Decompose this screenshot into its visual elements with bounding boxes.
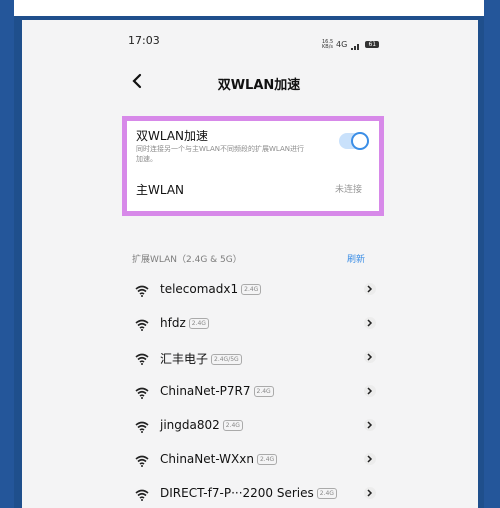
signal-indicator: 4G: [336, 40, 348, 49]
dual-wlan-description: 同时连接另一个与主WLAN不同频段的扩展WLAN进行加速。: [136, 145, 305, 163]
wlan-ssid-text: telecomadx1: [160, 282, 239, 296]
wifi-icon: [135, 455, 149, 467]
page-title: 双WLAN加速: [217, 78, 301, 93]
wlan-ssid: 汇丰电子 2.4G/5G: [160, 350, 242, 367]
wlan-list-item[interactable]: ChinaNet-WXxn 2.4G: [132, 450, 376, 476]
wlan-ssid: jingda802 2.4G: [160, 418, 243, 432]
wlan-list-item[interactable]: hfdz 2.4G: [132, 314, 376, 340]
wlan-ssid: ChinaNet-P7R7 2.4G: [160, 384, 274, 398]
band-badge: 2.4G/5G: [211, 354, 242, 365]
chevron-right-icon: [364, 351, 376, 363]
chevron-right-icon: [364, 283, 376, 295]
band-badge: 2.4G: [316, 488, 337, 499]
band-badge: 2.4G: [188, 318, 209, 329]
frame-right: [484, 0, 500, 508]
chevron-right-icon: [364, 453, 376, 465]
extended-wlan-section-title: 扩展WLAN（2.4G & 5G）: [132, 255, 242, 265]
status-icons: 16.5 KB/s 4G 61: [322, 35, 380, 54]
wlan-ssid: hfdz 2.4G: [160, 316, 209, 330]
chevron-right-icon: [364, 385, 376, 397]
wlan-ssid-text: hfdz: [160, 316, 186, 330]
band-badge: 2.4G: [256, 454, 278, 465]
toggle-knob: [351, 132, 369, 150]
chevron-right-icon: [364, 317, 376, 329]
wlan-list-item[interactable]: DIRECT-f7-P···2200 Series 2.4G: [132, 484, 376, 508]
frame-left: [0, 0, 14, 508]
wlan-ssid-text: 汇丰电子: [160, 352, 209, 366]
wifi-icon: [135, 387, 149, 399]
signal-icon: [351, 35, 361, 54]
wifi-icon: [135, 489, 149, 501]
wlan-ssid-text: ChinaNet-P7R7: [160, 384, 251, 398]
refresh-button[interactable]: 刷新: [347, 252, 365, 265]
wifi-icon: [135, 353, 149, 365]
wlan-ssid-text: DIRECT-f7-P···2200 Series: [160, 486, 314, 500]
status-time: 17:03: [128, 34, 160, 47]
chevron-right-icon: [364, 419, 376, 431]
dual-wlan-label: 双WLAN加速: [136, 129, 209, 143]
wlan-ssid: telecomadx1 2.4G: [160, 282, 262, 296]
wlan-ssid: ChinaNet-WXxn 2.4G: [160, 452, 278, 466]
wlan-ssid-text: jingda802: [160, 418, 220, 432]
wifi-icon: [135, 421, 149, 433]
wifi-icon: [135, 319, 149, 331]
band-badge: 2.4G: [222, 420, 243, 431]
wlan-list-item[interactable]: telecomadx1 2.4G: [132, 280, 376, 306]
wlan-list-item[interactable]: jingda802 2.4G: [132, 416, 376, 442]
net-speed: 16.5 KB/s: [322, 38, 334, 50]
chevron-right-icon: [364, 487, 376, 499]
wlan-ssid-text: ChinaNet-WXxn: [160, 452, 254, 466]
wlan-list-item[interactable]: 汇丰电子 2.4G/5G: [132, 348, 376, 374]
battery-icon: 61: [365, 41, 380, 48]
status-bar: 17:03 16.5 KB/s 4G 61: [22, 20, 478, 60]
dual-wlan-card: 双WLAN加速 同时连接另一个与主WLAN不同频段的扩展WLAN进行加速。 主W…: [122, 116, 384, 216]
band-badge: 2.4G: [253, 386, 274, 397]
dual-wlan-toggle[interactable]: [339, 132, 369, 150]
wlan-ssid: DIRECT-f7-P···2200 Series 2.4G: [160, 486, 337, 500]
frame-top: [0, 0, 500, 16]
band-badge: 2.4G: [241, 284, 262, 295]
header: 双WLAN加速: [22, 72, 478, 102]
main-wlan-label[interactable]: 主WLAN: [136, 181, 184, 198]
wifi-icon: [135, 285, 149, 297]
phone-screen: 17:03 16.5 KB/s 4G 61 双WLAN加速 双WLAN加速 同时…: [22, 20, 478, 508]
wlan-list-item[interactable]: ChinaNet-P7R7 2.4G: [132, 382, 376, 408]
main-wlan-status: 未连接: [334, 185, 362, 195]
